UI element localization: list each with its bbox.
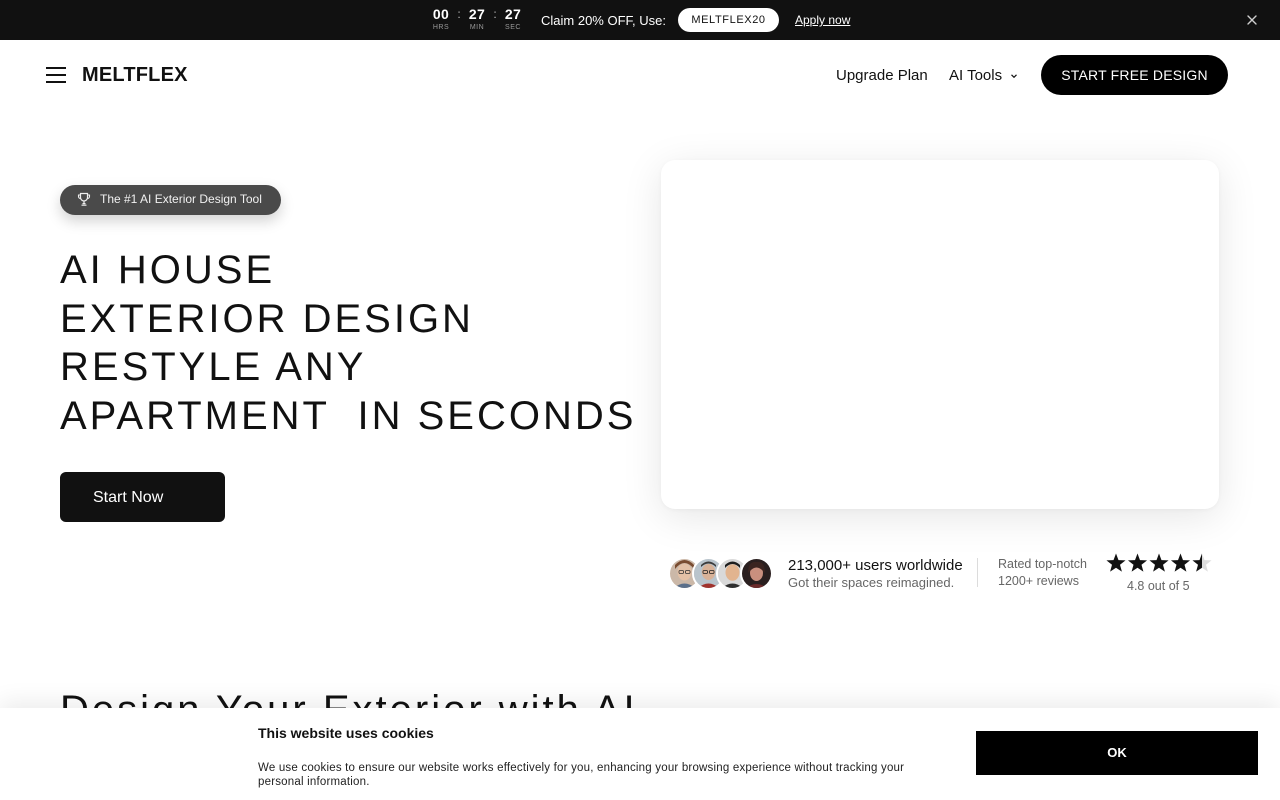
promo-bar: 00 HRS : 27 MIN : 27 SEC Claim 20% OFF, … [0,0,1280,40]
timer-minutes: 27 MIN [466,6,488,32]
logo[interactable]: MELTFLEX [82,63,188,87]
promo-code-button[interactable]: MELTFLEX20 [678,8,779,32]
timer-minutes-label: MIN [469,24,485,31]
reviews-count: 1200+ reviews [998,574,1079,588]
nav-ai-tools-label: AI Tools [949,67,1003,84]
timer-hours-label: HRS [432,24,450,31]
rating-text: 4.8 out of 5 [1127,579,1190,593]
chevron-down-icon [1011,74,1018,79]
star-icon [1106,553,1126,572]
timer-seconds-label: SEC [505,24,521,31]
cookie-text: We use cookies to ensure our website wor… [258,762,905,788]
star-icon [1149,553,1169,572]
headline-line: APARTMENT IN SECONDS [60,393,637,438]
nav-upgrade-plan[interactable]: Upgrade Plan [836,67,928,85]
trophy-icon [77,192,91,206]
hero-preview-card [661,160,1219,509]
cookie-ok-button[interactable]: OK [976,731,1258,775]
timer-separator: : [457,7,461,21]
user-avatars [668,557,774,590]
timer-seconds: 27 SEC [502,6,524,32]
start-now-button[interactable]: Start Now [60,472,249,522]
timer-minutes-value: 27 [468,6,486,22]
star-icon [1192,553,1212,572]
start-now-label: Start Now [93,489,164,506]
users-count: 213,000+ users worldwide [788,557,963,574]
cookie-banner: This website uses cookies We use cookies… [0,708,1280,800]
users-subtext: Got their spaces reimagined. [788,575,955,590]
arrow-right-icon [236,491,249,503]
avatar [740,557,773,590]
timer-hours: 00 HRS [430,6,452,32]
rated-text: Rated top-notch [998,557,1087,571]
star-rating [1106,553,1212,572]
start-free-design-button[interactable]: START FREE DESIGN [1041,55,1228,95]
divider [977,558,978,587]
menu-icon[interactable] [46,67,66,83]
hero-headline: AI HOUSE EXTERIOR DESIGN RESTYLE ANY APA… [60,246,636,440]
star-icon [1127,553,1148,572]
timer-seconds-value: 27 [504,6,522,22]
timer-separator: : [493,7,497,21]
headline-line: EXTERIOR DESIGN [60,296,474,341]
headline-line: AI HOUSE [60,248,276,292]
countdown-timer: 00 HRS : 27 MIN : 27 SEC [430,6,524,32]
hero-badge: The #1 AI Exterior Design Tool [60,185,281,215]
promo-text: Claim 20% OFF, Use: [541,13,666,28]
hero-badge-text: The #1 AI Exterior Design Tool [100,192,262,206]
cookie-title: This website uses cookies [258,725,434,741]
timer-hours-value: 00 [432,6,450,22]
star-icon [1170,553,1191,572]
close-icon[interactable] [1245,13,1259,27]
apply-now-link[interactable]: Apply now [795,13,850,28]
headline-line: RESTYLE ANY [60,345,367,389]
nav-ai-tools[interactable]: AI Tools [949,67,1018,85]
